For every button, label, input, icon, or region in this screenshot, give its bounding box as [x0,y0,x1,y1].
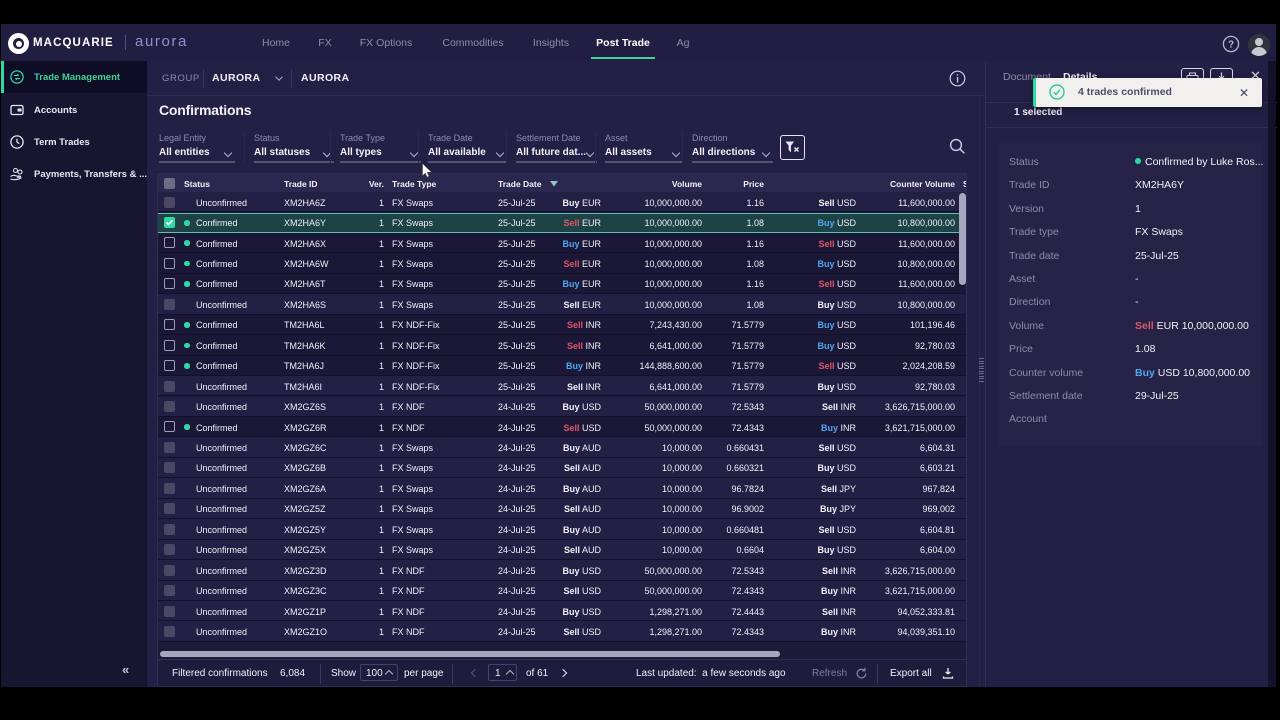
svg-text:?: ? [1228,40,1234,51]
